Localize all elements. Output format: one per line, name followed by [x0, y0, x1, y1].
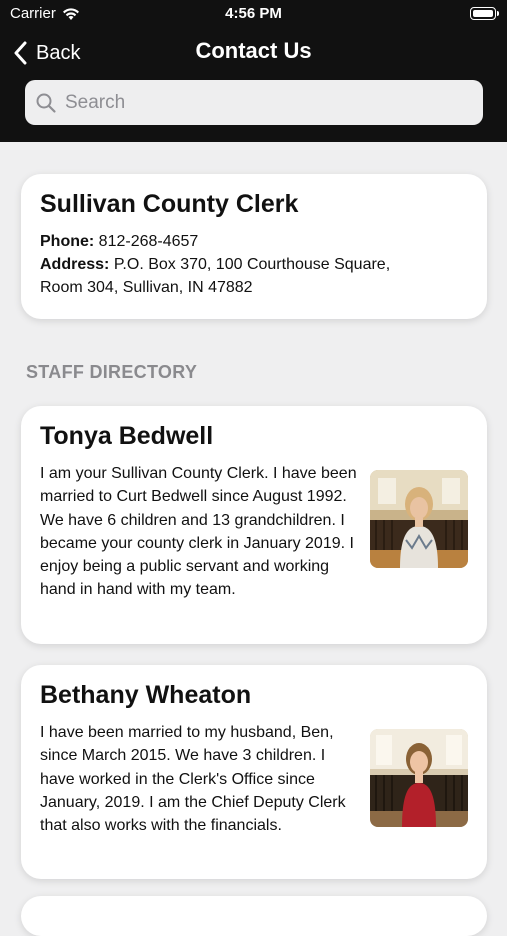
staff-bio: I am your Sullivan County Clerk. I have … — [40, 465, 357, 599]
status-bar: Carrier 4:56 PM — [0, 0, 507, 30]
phone-line: Phone: 812-268-4657 — [40, 230, 468, 253]
phone-label: Phone: — [40, 233, 95, 250]
status-time: 4:56 PM — [225, 5, 282, 22]
staff-card[interactable]: Tonya Bedwell I am your Sullivan County … — [21, 406, 487, 644]
address-label: Address: — [40, 256, 110, 273]
battery-icon — [470, 7, 499, 20]
phone-number[interactable]: 812-268-4657 — [99, 233, 199, 250]
address-text-line1: P.O. Box 370, 100 Courthouse Square, — [113, 256, 391, 273]
staff-card[interactable]: Bethany Wheaton I have been married to m… — [21, 665, 487, 879]
search-icon — [36, 93, 56, 113]
address-line: Address: P.O. Box 370, 100 Courthouse Sq… — [40, 253, 468, 276]
staff-name: Tonya Bedwell — [40, 422, 214, 450]
staff-name: Bethany Wheaton — [40, 681, 252, 709]
navigation-header: Carrier 4:56 PM Back Contact Us — [0, 0, 507, 142]
office-name: Sullivan County Clerk — [40, 190, 299, 218]
address-line-2: Room 304, Sullivan, IN 47882 — [40, 279, 253, 296]
staff-photo — [370, 470, 468, 568]
office-contact-card: Sullivan County Clerk Phone: 812-268-465… — [21, 174, 487, 319]
staff-card-partial[interactable] — [21, 896, 487, 936]
staff-directory-header: STAFF DIRECTORY — [26, 362, 198, 382]
staff-bio: I have been married to my husband, Ben, … — [40, 724, 346, 835]
page-title: Contact Us — [195, 38, 312, 63]
search-bar[interactable] — [25, 80, 483, 125]
staff-photo — [370, 729, 468, 827]
search-input[interactable] — [63, 90, 467, 115]
